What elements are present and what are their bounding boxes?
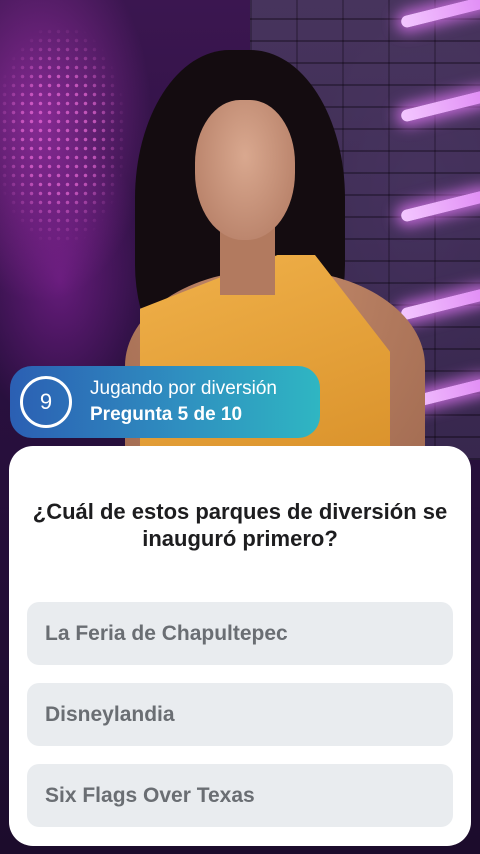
countdown-timer: 9 [20,376,72,428]
answer-option-2[interactable]: Disneylandia [27,683,453,746]
game-mode-label: Jugando por diversión [90,378,277,399]
status-text: Jugando por diversión Pregunta 5 de 10 [90,377,277,427]
question-progress-label: Pregunta 5 de 10 [90,404,243,425]
answer-option-1[interactable]: La Feria de Chapultepec [27,602,453,665]
answer-option-3[interactable]: Six Flags Over Texas [27,764,453,827]
question-card: ¿Cuál de estos parques de diversión se i… [9,446,471,846]
question-text: ¿Cuál de estos parques de diversión se i… [32,499,448,551]
game-status-pill: 9 Jugando por diversión Pregunta 5 de 10 [10,366,320,438]
